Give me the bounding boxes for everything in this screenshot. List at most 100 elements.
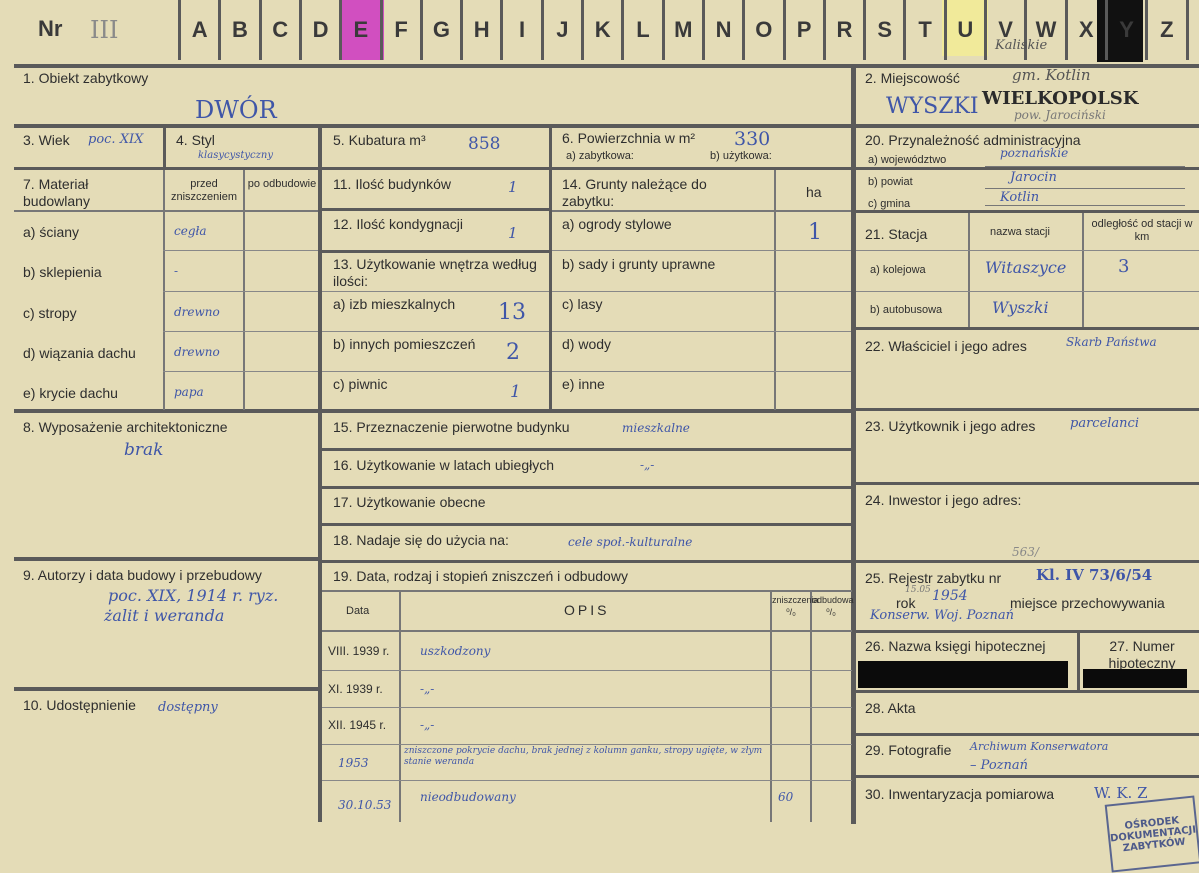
field-13-c-value: 1 xyxy=(510,382,521,402)
letter-tab-Z: Z xyxy=(1160,17,1174,42)
letter-tab-A: A xyxy=(191,17,208,42)
field-6-sub-b: b) użytkowa: xyxy=(710,150,772,162)
field-13-a-value: 13 xyxy=(498,300,526,325)
field-2-stamp: WIELKOPOLSK xyxy=(982,88,1139,109)
letter-tab-S: S xyxy=(877,17,893,42)
field-19-row-date: XII. 1945 r. xyxy=(328,718,387,732)
field-8-value: brak xyxy=(124,440,164,460)
field-20-a-label: a) województwo xyxy=(868,154,947,166)
field-1-label: 1. Obiekt zabytkowy xyxy=(23,70,149,86)
letter-tab-D: D xyxy=(312,17,329,42)
field-17-label: 17. Użytkowanie obecne xyxy=(333,494,486,510)
field-20-b-value: Jarocin xyxy=(1010,170,1057,185)
field-9-label: 9. Autorzy i data budowy i przebudowy xyxy=(23,567,262,583)
field-14-row-label: a) ogrody stylowe xyxy=(562,216,672,232)
field-24-label: 24. Inwestor i jego adres: xyxy=(865,492,1022,508)
field-19-row-date: VIII. 1939 r. xyxy=(328,644,390,658)
field-10-value: dostępny xyxy=(158,700,218,715)
letter-tab-I: I xyxy=(518,17,526,42)
field-3-value: poc. XIX xyxy=(88,132,144,147)
field-25-rok-date: 15.05 xyxy=(905,585,931,595)
field-13-b-label: b) innych pomieszczeń xyxy=(333,336,476,352)
field-21-label: 21. Stacja xyxy=(865,226,928,242)
field-4-label: 4. Styl xyxy=(176,132,215,148)
field-7-row-label: c) stropy xyxy=(23,305,77,321)
field-19-col-reb: odbudowa ⁰/₀ xyxy=(812,595,854,617)
field-20-c-label: c) gmina xyxy=(868,198,911,210)
field-19-row-desc: -„- xyxy=(420,718,435,732)
field-25-rok-value: 1954 xyxy=(932,588,968,604)
field-2-value: WYSZKI xyxy=(886,94,979,119)
field-7-col-after: po odbudowie xyxy=(247,178,317,190)
field-29-value: Archiwum Konserwatora xyxy=(970,740,1109,753)
field-14-label: 14. Grunty należące do zabytku: xyxy=(562,176,707,209)
field-7-row-label: e) krycie dachu xyxy=(23,385,118,401)
field-3-label: 3. Wiek xyxy=(23,132,70,148)
letter-tab-O: O xyxy=(755,17,773,42)
archive-stamp: OŚRODEK DOKUMENTACJI ZABYTKÓW xyxy=(1104,795,1199,873)
field-26-redaction xyxy=(858,661,1068,688)
letter-tab-C: C xyxy=(272,17,289,42)
field-29-label: 29. Fotografie xyxy=(865,742,952,758)
field-25-value: Kl. IV 73/6/54 xyxy=(1036,566,1153,584)
field-14-unit: ha xyxy=(806,184,822,200)
field-14-row-label: b) sady i grunty uprawne xyxy=(562,256,716,272)
field-14-row-label: c) lasy xyxy=(562,296,603,312)
field-7-row-value: drewno xyxy=(174,305,220,319)
field-30-value: W. K. Z xyxy=(1094,784,1148,802)
field-19-row-desc: uszkodzony xyxy=(420,644,491,658)
field-19-row-desc: -„- xyxy=(420,682,435,696)
field-21-rail-label: a) kolejowa xyxy=(870,264,926,276)
field-19-col-dmg: zniszczenia ⁰/₀ xyxy=(772,595,819,617)
field-28-label: 28. Akta xyxy=(865,700,916,716)
field-19-row-date: XI. 1939 r. xyxy=(328,682,383,696)
field-12-label: 12. Ilość kondygnacji xyxy=(333,216,463,232)
field-20-c-value: Kotlin xyxy=(1000,190,1040,205)
field-14-row-label: d) wody xyxy=(562,336,612,352)
field-16-value: -„- xyxy=(640,458,655,472)
field-7-col-before: przed zniszczeniem xyxy=(170,178,238,203)
field-25-place-label: miejsce przechowywania xyxy=(1010,595,1165,611)
field-14-row-value: 1 xyxy=(808,220,822,245)
letter-tab-Y: Y xyxy=(1119,17,1134,42)
letter-tab-L: L xyxy=(636,17,650,42)
field-15-label: 15. Przeznaczenie pierwotne budynku xyxy=(333,419,570,435)
field-18-value: cele społ.-kulturalne xyxy=(568,535,693,549)
letter-tab-X: X xyxy=(1078,17,1094,42)
letter-tab-J: J xyxy=(556,17,569,42)
field-6-sub-a: a) zabytkowa: xyxy=(566,150,634,162)
field-21-col-dist: odległość od stacji w km xyxy=(1091,218,1193,243)
letter-tab-R: R xyxy=(836,17,853,42)
field-13-a-label: a) izb mieszkalnych xyxy=(333,296,456,312)
letter-tab-T: T xyxy=(918,17,932,42)
field-2-note-pow: pow. Jarociński xyxy=(1014,108,1106,122)
field-21-rail-name: Witaszyce xyxy=(985,258,1067,277)
letter-tab-U: U xyxy=(957,17,974,42)
field-2-label: 2. Miejscowość xyxy=(865,70,960,86)
field-10-label: 10. Udostępnienie xyxy=(23,697,136,713)
field-20-a-value: poznańskie xyxy=(1000,146,1069,160)
field-7-label: 7. Materiał budowlany xyxy=(23,176,90,209)
field-6-label: 6. Powierzchnia w m² xyxy=(562,130,696,146)
field-21-rail-dist: 3 xyxy=(1118,256,1130,277)
letter-tab-K: K xyxy=(594,17,611,42)
field-25-place-value: Konserw. Woj. Poznań xyxy=(870,608,1014,623)
field-22-label: 22. Właściciel i jego adres xyxy=(865,338,1027,354)
field-15-value: mieszkalne xyxy=(622,421,690,435)
field-11-label: 11. Ilość budynków xyxy=(333,176,452,192)
field-13-b-value: 2 xyxy=(506,340,520,365)
field-29-value2: – Poznań xyxy=(970,758,1029,773)
field-21-col-name: nazwa stacji xyxy=(990,226,1050,238)
nr-value: III xyxy=(90,16,119,44)
letter-tab-P: P xyxy=(796,17,812,42)
field-14-row-label: e) inne xyxy=(562,376,605,392)
field-25-note-number: 563/ xyxy=(1012,545,1039,559)
field-2-note-gm: gm. Kotlin xyxy=(1012,66,1091,84)
field-5-value: 858 xyxy=(468,134,501,154)
field-23-label: 23. Użytkownik i jego adres xyxy=(865,418,1036,434)
letter-tab-E: E xyxy=(353,17,369,42)
letter-tab-F: F xyxy=(394,17,408,42)
field-7-row-value: - xyxy=(174,264,179,278)
field-7-row-value: papa xyxy=(174,385,204,399)
header-row: Nr III ABCDEFGHIJKLMNOPRSTUVWXYZ Kaliski… xyxy=(0,0,1199,62)
